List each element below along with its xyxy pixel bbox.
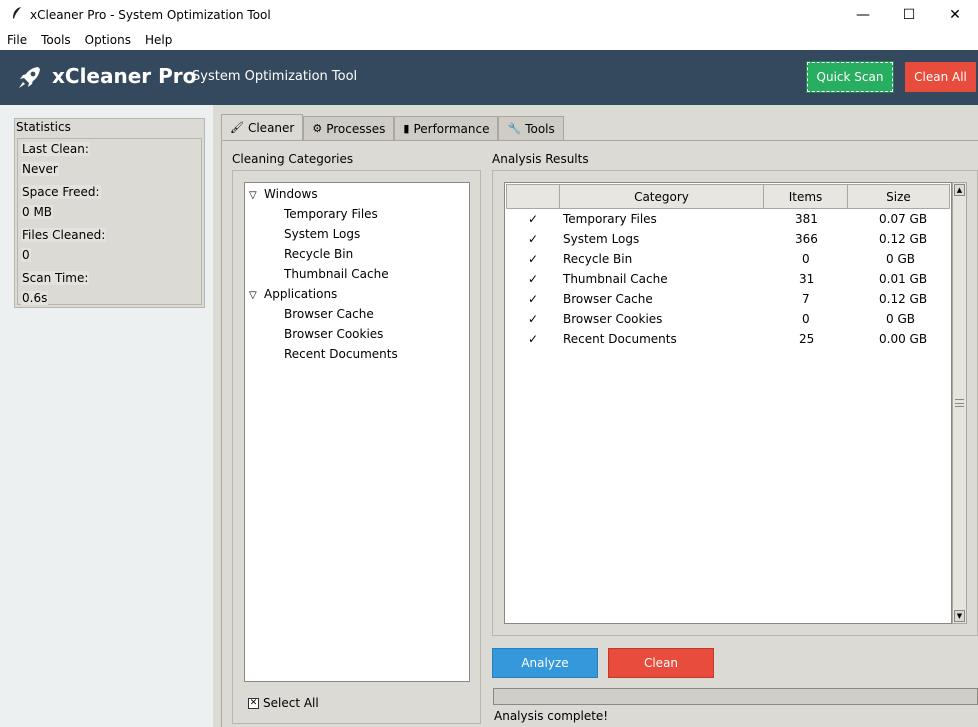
tree-group-applications[interactable]: Applications: [264, 287, 337, 301]
row-check-icon: ✓: [528, 332, 539, 346]
maximize-button[interactable]: ☐: [886, 0, 932, 29]
tree-item[interactable]: Browser Cache: [284, 307, 374, 321]
tab-label: Processes: [326, 121, 386, 136]
row-category: Temporary Files: [563, 212, 657, 226]
analyze-button[interactable]: Analyze: [492, 648, 598, 678]
stat-value-last-clean: Never: [21, 162, 59, 176]
clean-button[interactable]: Clean: [608, 648, 714, 678]
stat-label-space-freed: Space Freed:: [21, 185, 101, 199]
statistics-box: Last Clean: Never Space Freed: 0 MB File…: [17, 138, 202, 305]
menu-help[interactable]: Help: [138, 33, 179, 47]
close-button[interactable]: ✕: [932, 0, 978, 29]
tab-label: Performance: [413, 121, 490, 136]
brush-icon: 🖌: [230, 121, 244, 134]
row-items: 0: [802, 252, 810, 266]
tab-cleaner[interactable]: 🖌 Cleaner: [221, 114, 304, 140]
row-size: 0.12 GB: [879, 232, 928, 246]
window-title: xCleaner Pro - System Optimization Tool: [30, 7, 271, 22]
tab-tools[interactable]: 🔧 Tools: [498, 116, 564, 140]
row-check-icon: ✓: [528, 312, 539, 326]
column-header-items[interactable]: Items: [763, 184, 848, 209]
row-size: 0.12 GB: [879, 292, 928, 306]
stat-value-space-freed: 0 MB: [21, 205, 54, 219]
results-table: Category Items Size: [504, 182, 952, 624]
column-header-size[interactable]: Size: [847, 184, 950, 209]
row-items: 31: [799, 272, 815, 286]
column-header-check[interactable]: [506, 184, 560, 209]
statistics-panel: Statistics Last Clean: Never Space Freed…: [14, 118, 205, 308]
row-items: 366: [795, 232, 818, 246]
row-size: 0.07 GB: [879, 212, 928, 226]
row-items: 7: [802, 292, 810, 306]
quick-scan-button[interactable]: Quick Scan: [806, 61, 894, 93]
row-category: Browser Cookies: [563, 312, 663, 326]
categories-tree[interactable]: [244, 182, 470, 682]
column-header-category[interactable]: Category: [559, 184, 764, 209]
stat-value-scan-time: 0.6s: [21, 291, 49, 305]
row-check-icon: ✓: [528, 292, 539, 306]
menu-file[interactable]: File: [0, 33, 34, 47]
row-size: 0.00 GB: [879, 332, 928, 346]
menu-bar: File Tools Options Help: [0, 29, 978, 50]
row-check-icon: ✓: [528, 232, 539, 246]
tree-group-windows[interactable]: Windows: [264, 187, 318, 201]
menu-options[interactable]: Options: [78, 33, 138, 47]
clean-all-button[interactable]: Clean All: [905, 62, 976, 92]
results-scrollbar[interactable]: ▲ ▼: [952, 182, 967, 624]
cleaning-categories-label: Cleaning Categories: [232, 152, 354, 166]
menu-tools[interactable]: Tools: [34, 33, 78, 47]
title-bar: xCleaner Pro - System Optimization Tool …: [0, 0, 978, 29]
stat-label-files-cleaned: Files Cleaned:: [21, 228, 107, 242]
scroll-grip[interactable]: [955, 399, 964, 407]
row-size: 0 GB: [886, 252, 915, 266]
row-check-icon: ✓: [528, 272, 539, 286]
row-items: 0: [802, 312, 810, 326]
row-items: 25: [799, 332, 815, 346]
app-name: xCleaner Pro: [52, 64, 197, 88]
expand-icon[interactable]: ▽: [249, 290, 257, 301]
minimize-button[interactable]: —: [840, 0, 886, 29]
tree-item[interactable]: Temporary Files: [284, 207, 378, 221]
scroll-up-icon[interactable]: ▲: [954, 184, 965, 196]
stat-label-scan-time: Scan Time:: [21, 271, 90, 285]
tab-processes[interactable]: ⚙ Processes: [303, 116, 395, 140]
app-subtitle: System Optimization Tool: [192, 69, 358, 84]
expand-icon[interactable]: ▽: [249, 190, 257, 201]
row-category: Recent Documents: [563, 332, 677, 346]
select-all-label: Select All: [263, 696, 319, 710]
tab-label: Tools: [525, 121, 555, 136]
chart-icon: ▮: [403, 122, 410, 135]
tree-item[interactable]: Recent Documents: [284, 347, 398, 361]
analysis-results-label: Analysis Results: [492, 152, 589, 166]
scroll-down-icon[interactable]: ▼: [954, 610, 965, 622]
stat-value-files-cleaned: 0: [21, 248, 31, 262]
gear-icon: ⚙: [312, 122, 323, 135]
tree-item[interactable]: Browser Cookies: [284, 327, 383, 341]
row-check-icon: ✓: [528, 212, 539, 226]
tree-item[interactable]: Thumbnail Cache: [284, 267, 389, 281]
row-category: Thumbnail Cache: [563, 272, 668, 286]
tab-bar: 🖌 Cleaner ⚙ Processes ▮ Performance 🔧 To…: [221, 114, 564, 140]
select-all-checkbox[interactable]: ✕ Select All: [248, 696, 319, 710]
row-category: Browser Cache: [563, 292, 653, 306]
row-size: 0.01 GB: [879, 272, 928, 286]
stat-label-last-clean: Last Clean:: [21, 142, 90, 156]
tab-label: Cleaner: [247, 120, 295, 135]
checkbox-checked-icon: ✕: [248, 697, 259, 709]
tree-item[interactable]: Recycle Bin: [284, 247, 353, 261]
row-category: Recycle Bin: [563, 252, 633, 266]
tree-item[interactable]: System Logs: [284, 227, 360, 241]
row-category: System Logs: [563, 232, 640, 246]
statistics-title: Statistics: [16, 120, 71, 134]
status-text: Analysis complete!: [494, 709, 609, 723]
tab-performance[interactable]: ▮ Performance: [394, 116, 499, 140]
feather-icon: [6, 6, 28, 24]
wrench-icon: 🔧: [507, 122, 522, 135]
app-header: xCleaner Pro System Optimization Tool Qu…: [0, 50, 978, 105]
row-size: 0 GB: [886, 312, 915, 326]
progress-bar: [493, 688, 978, 705]
row-items: 381: [795, 212, 818, 226]
rocket-icon: [16, 63, 44, 91]
row-check-icon: ✓: [528, 252, 539, 266]
